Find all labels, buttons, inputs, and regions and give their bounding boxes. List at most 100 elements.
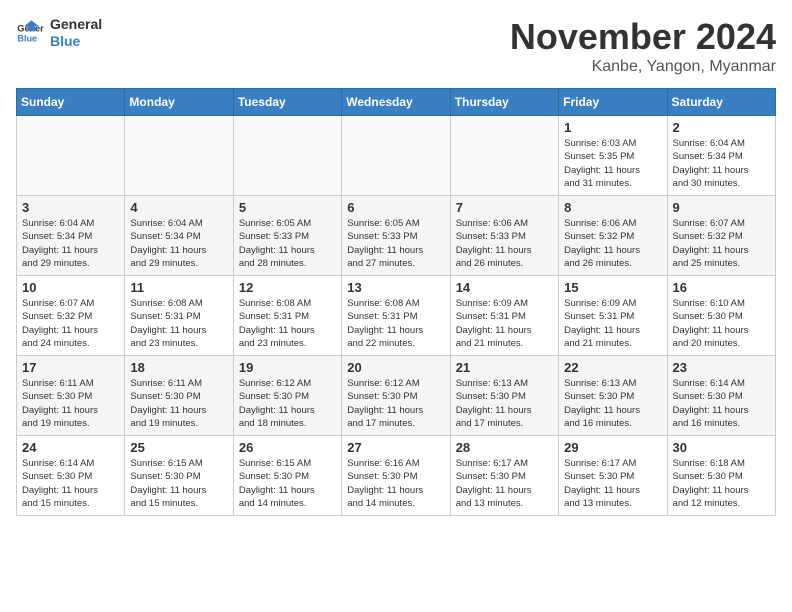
- calendar-cell: 18 Sunrise: 6:11 AM Sunset: 5:30 PM Dayli…: [125, 356, 233, 436]
- cell-info: Sunrise: 6:12 AM Sunset: 5:30 PM Dayligh…: [347, 377, 444, 430]
- calendar-cell: [233, 116, 341, 196]
- calendar-cell: 2 Sunrise: 6:04 AM Sunset: 5:34 PM Daylig…: [667, 116, 775, 196]
- column-header-thursday: Thursday: [450, 89, 558, 116]
- day-number: 24: [22, 440, 119, 455]
- day-number: 15: [564, 280, 661, 295]
- day-number: 30: [673, 440, 770, 455]
- calendar-cell: 8 Sunrise: 6:06 AM Sunset: 5:32 PM Daylig…: [559, 196, 667, 276]
- day-number: 5: [239, 200, 336, 215]
- column-header-friday: Friday: [559, 89, 667, 116]
- calendar-cell: [125, 116, 233, 196]
- cell-info: Sunrise: 6:14 AM Sunset: 5:30 PM Dayligh…: [22, 457, 119, 510]
- cell-info: Sunrise: 6:17 AM Sunset: 5:30 PM Dayligh…: [564, 457, 661, 510]
- calendar-cell: 10 Sunrise: 6:07 AM Sunset: 5:32 PM Dayli…: [17, 276, 125, 356]
- cell-info: Sunrise: 6:12 AM Sunset: 5:30 PM Dayligh…: [239, 377, 336, 430]
- calendar-cell: 12 Sunrise: 6:08 AM Sunset: 5:31 PM Dayli…: [233, 276, 341, 356]
- calendar-cell: 19 Sunrise: 6:12 AM Sunset: 5:30 PM Dayli…: [233, 356, 341, 436]
- month-title: November 2024: [510, 16, 776, 58]
- cell-info: Sunrise: 6:04 AM Sunset: 5:34 PM Dayligh…: [22, 217, 119, 270]
- calendar-cell: 13Sunrise: 6:08 AM Sunset: 5:31 PM Dayli…: [342, 276, 450, 356]
- day-number: 17: [22, 360, 119, 375]
- calendar-cell: 14Sunrise: 6:09 AM Sunset: 5:31 PM Dayli…: [450, 276, 558, 356]
- calendar-cell: 26 Sunrise: 6:15 AM Sunset: 5:30 PM Dayli…: [233, 436, 341, 516]
- day-number: 27: [347, 440, 444, 455]
- cell-info: Sunrise: 6:14 AM Sunset: 5:30 PM Dayligh…: [673, 377, 770, 430]
- calendar-cell: 4 Sunrise: 6:04 AM Sunset: 5:34 PM Daylig…: [125, 196, 233, 276]
- cell-info: Sunrise: 6:04 AM Sunset: 5:34 PM Dayligh…: [130, 217, 227, 270]
- day-number: 18: [130, 360, 227, 375]
- calendar-header-row: SundayMondayTuesdayWednesdayThursdayFrid…: [17, 89, 776, 116]
- week-row-2: 3 Sunrise: 6:04 AM Sunset: 5:34 PM Daylig…: [17, 196, 776, 276]
- day-number: 4: [130, 200, 227, 215]
- cell-info: Sunrise: 6:11 AM Sunset: 5:30 PM Dayligh…: [22, 377, 119, 430]
- svg-text:Blue: Blue: [17, 33, 37, 43]
- day-number: 29: [564, 440, 661, 455]
- day-number: 9: [673, 200, 770, 215]
- column-header-wednesday: Wednesday: [342, 89, 450, 116]
- cell-info: Sunrise: 6:16 AM Sunset: 5:30 PM Dayligh…: [347, 457, 444, 510]
- calendar-cell: 25Sunrise: 6:15 AM Sunset: 5:30 PM Dayli…: [125, 436, 233, 516]
- day-number: 19: [239, 360, 336, 375]
- calendar-cell: 7 Sunrise: 6:06 AM Sunset: 5:33 PM Daylig…: [450, 196, 558, 276]
- cell-info: Sunrise: 6:07 AM Sunset: 5:32 PM Dayligh…: [673, 217, 770, 270]
- calendar-cell: 6Sunrise: 6:05 AM Sunset: 5:33 PM Daylig…: [342, 196, 450, 276]
- day-number: 12: [239, 280, 336, 295]
- cell-info: Sunrise: 6:06 AM Sunset: 5:32 PM Dayligh…: [564, 217, 661, 270]
- day-number: 13: [347, 280, 444, 295]
- day-number: 16: [673, 280, 770, 295]
- cell-info: Sunrise: 6:05 AM Sunset: 5:33 PM Dayligh…: [239, 217, 336, 270]
- column-header-saturday: Saturday: [667, 89, 775, 116]
- cell-info: Sunrise: 6:13 AM Sunset: 5:30 PM Dayligh…: [456, 377, 553, 430]
- calendar-table: SundayMondayTuesdayWednesdayThursdayFrid…: [16, 88, 776, 516]
- cell-info: Sunrise: 6:07 AM Sunset: 5:32 PM Dayligh…: [22, 297, 119, 350]
- logo: General Blue General Blue: [16, 16, 102, 50]
- calendar-cell: 22Sunrise: 6:13 AM Sunset: 5:30 PM Dayli…: [559, 356, 667, 436]
- column-header-sunday: Sunday: [17, 89, 125, 116]
- cell-info: Sunrise: 6:11 AM Sunset: 5:30 PM Dayligh…: [130, 377, 227, 430]
- cell-info: Sunrise: 6:18 AM Sunset: 5:30 PM Dayligh…: [673, 457, 770, 510]
- week-row-5: 24 Sunrise: 6:14 AM Sunset: 5:30 PM Dayli…: [17, 436, 776, 516]
- cell-info: Sunrise: 6:04 AM Sunset: 5:34 PM Dayligh…: [673, 137, 770, 190]
- title-block: November 2024 Kanbe, Yangon, Myanmar: [510, 16, 776, 76]
- day-number: 20: [347, 360, 444, 375]
- logo-line2: Blue: [50, 33, 102, 50]
- calendar-cell: 29 Sunrise: 6:17 AM Sunset: 5:30 PM Dayli…: [559, 436, 667, 516]
- calendar-cell: 21Sunrise: 6:13 AM Sunset: 5:30 PM Dayli…: [450, 356, 558, 436]
- cell-info: Sunrise: 6:15 AM Sunset: 5:30 PM Dayligh…: [130, 457, 227, 510]
- calendar-cell: 23 Sunrise: 6:14 AM Sunset: 5:30 PM Dayli…: [667, 356, 775, 436]
- column-header-monday: Monday: [125, 89, 233, 116]
- cell-info: Sunrise: 6:05 AM Sunset: 5:33 PM Dayligh…: [347, 217, 444, 270]
- calendar-cell: 3 Sunrise: 6:04 AM Sunset: 5:34 PM Daylig…: [17, 196, 125, 276]
- cell-info: Sunrise: 6:06 AM Sunset: 5:33 PM Dayligh…: [456, 217, 553, 270]
- cell-info: Sunrise: 6:17 AM Sunset: 5:30 PM Dayligh…: [456, 457, 553, 510]
- day-number: 23: [673, 360, 770, 375]
- day-number: 7: [456, 200, 553, 215]
- cell-info: Sunrise: 6:10 AM Sunset: 5:30 PM Dayligh…: [673, 297, 770, 350]
- cell-info: Sunrise: 6:08 AM Sunset: 5:31 PM Dayligh…: [239, 297, 336, 350]
- calendar-cell: 27 Sunrise: 6:16 AM Sunset: 5:30 PM Dayli…: [342, 436, 450, 516]
- calendar-cell: 5 Sunrise: 6:05 AM Sunset: 5:33 PM Daylig…: [233, 196, 341, 276]
- cell-info: Sunrise: 6:13 AM Sunset: 5:30 PM Dayligh…: [564, 377, 661, 430]
- week-row-1: 1Sunrise: 6:03 AM Sunset: 5:35 PM Daylig…: [17, 116, 776, 196]
- day-number: 28: [456, 440, 553, 455]
- calendar-cell: 28 Sunrise: 6:17 AM Sunset: 5:30 PM Dayli…: [450, 436, 558, 516]
- cell-info: Sunrise: 6:09 AM Sunset: 5:31 PM Dayligh…: [456, 297, 553, 350]
- calendar-cell: [17, 116, 125, 196]
- calendar-cell: 30 Sunrise: 6:18 AM Sunset: 5:30 PM Dayli…: [667, 436, 775, 516]
- logo-line1: General: [50, 16, 102, 33]
- day-number: 10: [22, 280, 119, 295]
- calendar-cell: 24 Sunrise: 6:14 AM Sunset: 5:30 PM Dayli…: [17, 436, 125, 516]
- page-header: General Blue General Blue November 2024 …: [16, 16, 776, 76]
- day-number: 26: [239, 440, 336, 455]
- day-number: 3: [22, 200, 119, 215]
- calendar-cell: 15Sunrise: 6:09 AM Sunset: 5:31 PM Dayli…: [559, 276, 667, 356]
- column-header-tuesday: Tuesday: [233, 89, 341, 116]
- day-number: 8: [564, 200, 661, 215]
- calendar-cell: 20 Sunrise: 6:12 AM Sunset: 5:30 PM Dayli…: [342, 356, 450, 436]
- cell-info: Sunrise: 6:08 AM Sunset: 5:31 PM Dayligh…: [130, 297, 227, 350]
- day-number: 2: [673, 120, 770, 135]
- cell-info: Sunrise: 6:15 AM Sunset: 5:30 PM Dayligh…: [239, 457, 336, 510]
- calendar-cell: 1Sunrise: 6:03 AM Sunset: 5:35 PM Daylig…: [559, 116, 667, 196]
- week-row-3: 10 Sunrise: 6:07 AM Sunset: 5:32 PM Dayli…: [17, 276, 776, 356]
- week-row-4: 17 Sunrise: 6:11 AM Sunset: 5:30 PM Dayli…: [17, 356, 776, 436]
